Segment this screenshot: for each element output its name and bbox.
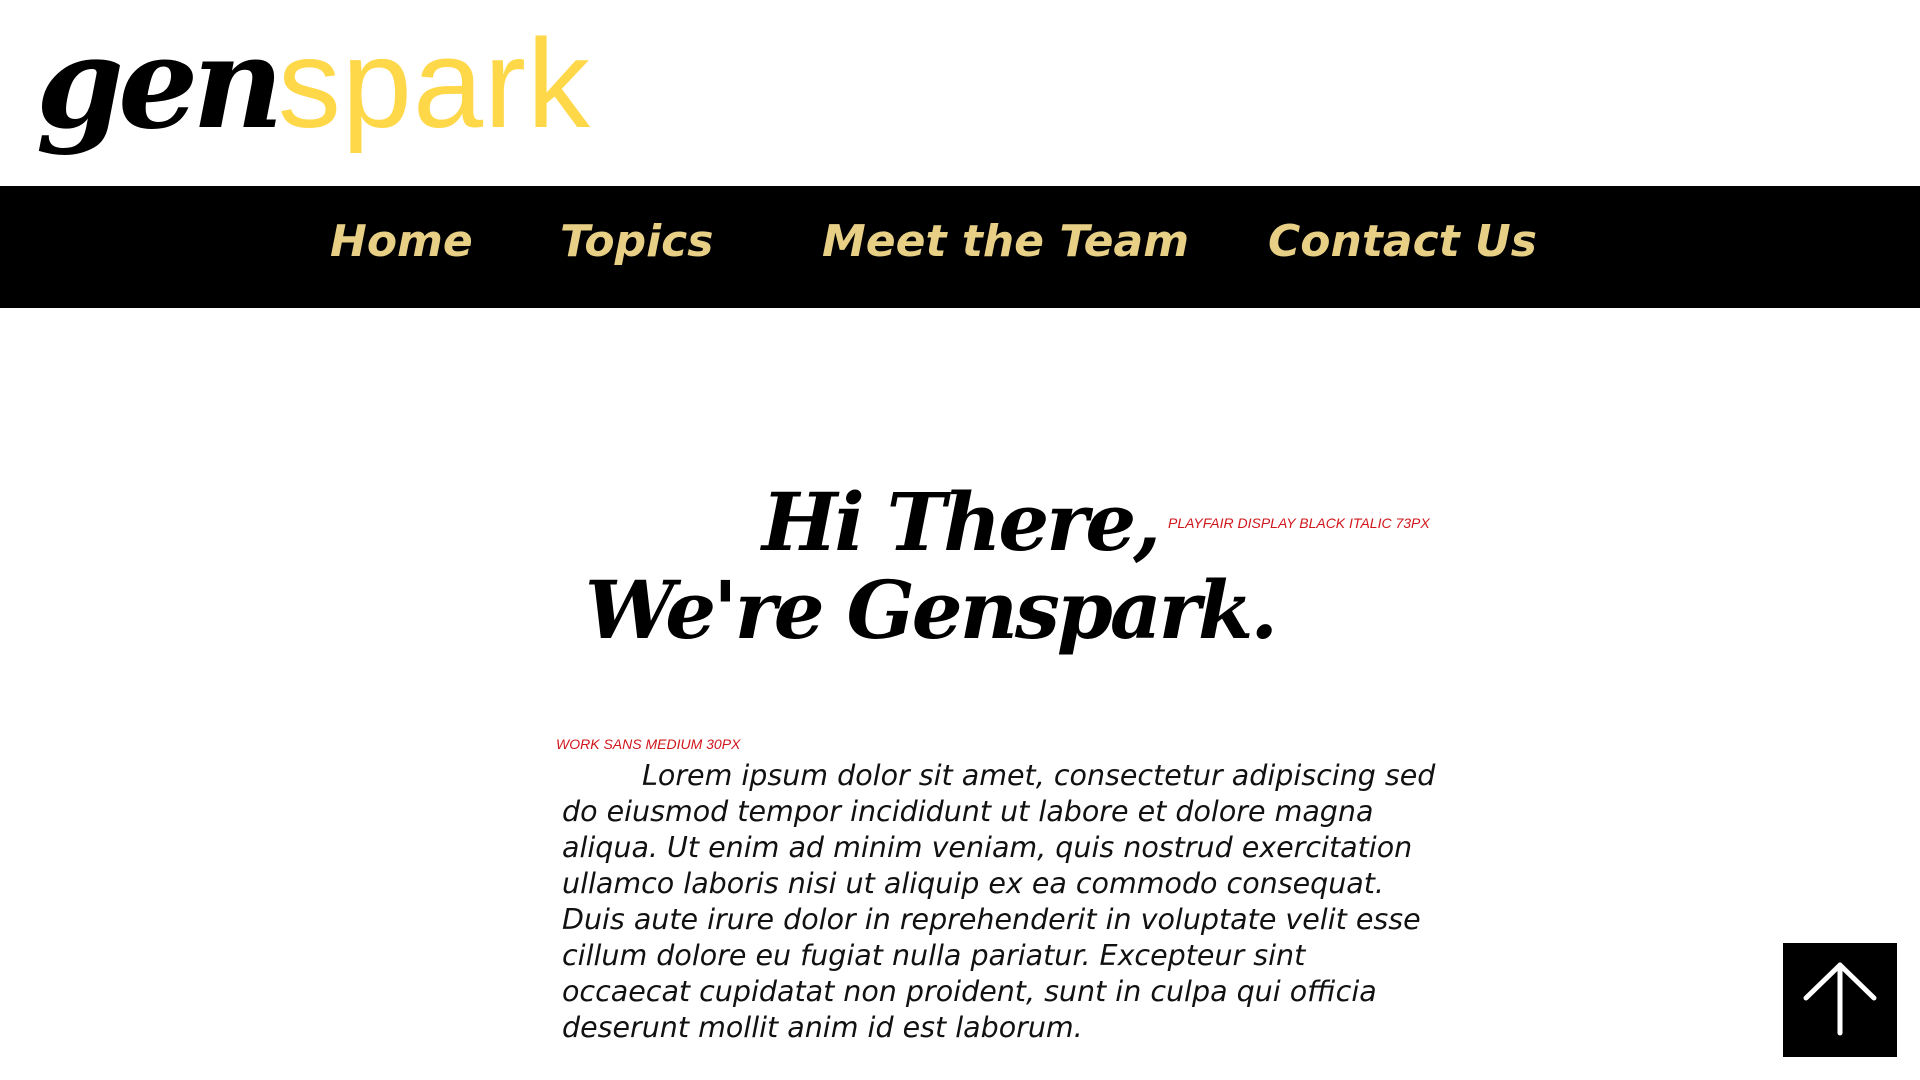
nav-link-topics[interactable]: Topics [560, 186, 713, 308]
hero-heading-line-2: We're Genspark. [584, 563, 1278, 657]
nav-link-meet-the-team[interactable]: Meet the Team [822, 186, 1189, 308]
intro-paragraph: Lorem ipsum dolor sit amet, consectetur … [562, 759, 1436, 1044]
hero-heading: Hi There, We're Genspark. [585, 478, 1280, 654]
genspark-logo[interactable]: genspark [36, 8, 591, 158]
nav-link-contact-us[interactable]: Contact Us [1268, 186, 1537, 308]
back-to-top-button[interactable] [1783, 943, 1897, 1057]
logo-text-spark: spark [277, 13, 591, 154]
logo-text-gen: gen [36, 9, 284, 157]
main-navigation: Home Topics Meet the Team Contact Us [0, 186, 1920, 308]
arrow-up-icon [1803, 962, 1877, 1036]
nav-link-home[interactable]: Home [330, 186, 473, 308]
body-font-annotation: WORK SANS MEDIUM 30PX [556, 736, 741, 752]
heading-font-annotation: PLAYFAIR DISPLAY BLACK ITALIC 73PX [1168, 515, 1430, 531]
